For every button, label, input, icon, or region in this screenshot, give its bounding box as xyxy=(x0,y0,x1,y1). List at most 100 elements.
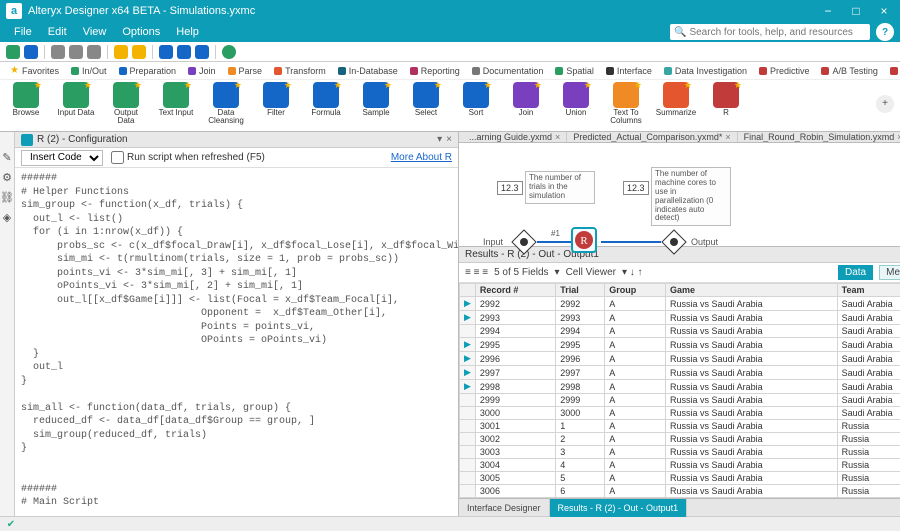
tool-sort[interactable]: ★Sort xyxy=(456,82,496,117)
macro-output-node[interactable] xyxy=(661,229,687,255)
tag-icon[interactable]: ◈ xyxy=(0,210,14,224)
global-search[interactable]: 🔍 xyxy=(670,24,870,40)
table-row[interactable]: 29942994ARussia vs Saudi ArabiaSaudi Ara… xyxy=(460,325,900,338)
column-header[interactable]: Team xyxy=(837,284,900,297)
table-row[interactable]: 30055ARussia vs Saudi ArabiaRussia3 xyxy=(460,472,900,485)
numeric-updown-2[interactable]: 12.3 xyxy=(623,181,649,195)
zoom-in-icon[interactable] xyxy=(159,45,173,59)
tool-browse[interactable]: ★Browse xyxy=(6,82,46,117)
tool-r[interactable]: ★R xyxy=(706,82,746,117)
numeric-updown-1[interactable]: 12.3 xyxy=(497,181,523,195)
run-script-check[interactable] xyxy=(111,151,124,164)
bottom-tab[interactable]: Results - R (2) - Out - Output1 xyxy=(550,499,688,517)
results-grid[interactable]: Record #TrialGroupGameTeamPoints▶2992299… xyxy=(459,283,900,498)
tool-filter[interactable]: ★Filter xyxy=(256,82,296,117)
category-transform[interactable]: Transform xyxy=(270,65,330,77)
message-icons[interactable]: ≡ ≡ ≡ xyxy=(465,267,488,278)
tool-join[interactable]: ★Join xyxy=(506,82,546,117)
wand-icon[interactable]: ✎ xyxy=(0,150,14,164)
category-a-b-testing[interactable]: A/B Testing xyxy=(817,65,881,77)
category-in-database[interactable]: In-Database xyxy=(334,65,402,77)
tab-close-icon[interactable]: × xyxy=(555,132,560,142)
minimize-button[interactable]: − xyxy=(818,3,838,19)
panel-menu-icon[interactable]: ▾ xyxy=(437,134,442,145)
link-icon[interactable]: ⛓ xyxy=(0,190,14,204)
column-header[interactable]: Trial xyxy=(556,284,605,297)
table-row[interactable]: 30003000ARussia vs Saudi ArabiaSaudi Ara… xyxy=(460,407,900,420)
save-icon[interactable] xyxy=(24,45,38,59)
category-interface[interactable]: Interface xyxy=(602,65,656,77)
redo-icon[interactable] xyxy=(132,45,146,59)
close-button[interactable]: × xyxy=(874,3,894,19)
metadata-tab[interactable]: Metadata xyxy=(879,265,900,280)
table-row[interactable]: 29992999ARussia vs Saudi ArabiaSaudi Ara… xyxy=(460,394,900,407)
search-input[interactable] xyxy=(689,27,866,38)
panel-close-icon[interactable]: × xyxy=(446,134,452,145)
copy-icon[interactable] xyxy=(69,45,83,59)
settings-icon[interactable]: ⚙ xyxy=(0,170,14,184)
r-tool-node[interactable]: R xyxy=(571,227,597,253)
bottom-tab[interactable]: Interface Designer xyxy=(459,499,550,517)
menu-edit[interactable]: Edit xyxy=(40,26,75,38)
table-row[interactable]: 30066ARussia vs Saudi ArabiaRussia3 xyxy=(460,485,900,498)
column-header[interactable] xyxy=(460,284,476,297)
more-about-r-link[interactable]: More About R xyxy=(391,152,452,163)
run-icon[interactable] xyxy=(222,45,236,59)
tool-data-cleansing[interactable]: ★Data Cleansing xyxy=(206,82,246,125)
paste-icon[interactable] xyxy=(87,45,101,59)
table-row[interactable]: ▶29982998ARussia vs Saudi ArabiaSaudi Ar… xyxy=(460,380,900,394)
category-predictive[interactable]: Predictive xyxy=(755,65,814,77)
undo-icon[interactable] xyxy=(114,45,128,59)
cut-icon[interactable] xyxy=(51,45,65,59)
workflow-tab[interactable]: Predicted_Actual_Comparison.yxmd*× xyxy=(567,132,737,143)
menu-file[interactable]: File xyxy=(6,26,40,38)
category-spatial[interactable]: Spatial xyxy=(551,65,598,77)
category-data-investigation[interactable]: Data Investigation xyxy=(660,65,751,77)
column-header[interactable]: Group xyxy=(605,284,666,297)
tool-summarize[interactable]: ★Summarize xyxy=(656,82,696,117)
help-button[interactable]: ? xyxy=(876,23,894,41)
tool-input-data[interactable]: ★Input Data xyxy=(56,82,96,117)
code-editor[interactable]: ###### # Helper Functions sim_group <- f… xyxy=(15,168,458,516)
category-join[interactable]: Join xyxy=(184,65,220,77)
run-script-checkbox[interactable]: Run script when refreshed (F5) xyxy=(111,151,265,164)
table-row[interactable]: 30011ARussia vs Saudi ArabiaRussia1 xyxy=(460,420,900,433)
category-documentation[interactable]: Documentation xyxy=(468,65,548,77)
zoom-out-icon[interactable] xyxy=(177,45,191,59)
workflow-canvas[interactable]: 12.3 The number of trials in the simulat… xyxy=(459,143,900,247)
menu-options[interactable]: Options xyxy=(114,26,168,38)
category-preparation[interactable]: Preparation xyxy=(115,65,181,77)
tool-text-input[interactable]: ★Text Input xyxy=(156,82,196,117)
maximize-button[interactable]: □ xyxy=(846,3,866,19)
category-reporting[interactable]: Reporting xyxy=(406,65,464,77)
add-tool-button[interactable]: + xyxy=(876,95,894,113)
menu-help[interactable]: Help xyxy=(168,26,207,38)
macro-input-node[interactable] xyxy=(511,229,537,255)
table-row[interactable]: ▶29972997ARussia vs Saudi ArabiaSaudi Ar… xyxy=(460,366,900,380)
tool-text-to-columns[interactable]: ★Text To Columns xyxy=(606,82,646,125)
category-time-series[interactable]: Time Series xyxy=(886,65,900,77)
column-header[interactable]: Record # xyxy=(475,284,555,297)
tool-formula[interactable]: ★Formula xyxy=(306,82,346,117)
tool-sample[interactable]: ★Sample xyxy=(356,82,396,117)
open-icon[interactable] xyxy=(6,45,20,59)
data-tab[interactable]: Data xyxy=(838,265,873,280)
workflow-tab[interactable]: Final_Round_Robin_Simulation.yxmd× xyxy=(738,132,900,143)
cell-viewer-label[interactable]: Cell Viewer xyxy=(566,267,616,278)
table-row[interactable]: ▶29952995ARussia vs Saudi ArabiaSaudi Ar… xyxy=(460,338,900,352)
column-header[interactable]: Game xyxy=(666,284,838,297)
table-row[interactable]: 30044ARussia vs Saudi ArabiaRussia3 xyxy=(460,459,900,472)
table-row[interactable]: 30022ARussia vs Saudi ArabiaRussia3 xyxy=(460,433,900,446)
category-favorites[interactable]: ★Favorites xyxy=(6,64,63,77)
category-parse[interactable]: Parse xyxy=(224,65,267,77)
table-row[interactable]: ▶29962996ARussia vs Saudi ArabiaSaudi Ar… xyxy=(460,352,900,366)
tool-select[interactable]: ★Select xyxy=(406,82,446,117)
workflow-tab[interactable]: ...arning Guide.yxmd× xyxy=(463,132,567,143)
tool-output-data[interactable]: ★Output Data xyxy=(106,82,146,125)
table-row[interactable]: ▶29932993ARussia vs Saudi ArabiaSaudi Ar… xyxy=(460,311,900,325)
table-row[interactable]: ▶29922992ARussia vs Saudi ArabiaSaudi Ar… xyxy=(460,297,900,311)
insert-code-dropdown[interactable]: Insert Code xyxy=(21,150,103,166)
menu-view[interactable]: View xyxy=(75,26,115,38)
zoom-fit-icon[interactable] xyxy=(195,45,209,59)
tool-union[interactable]: ★Union xyxy=(556,82,596,117)
